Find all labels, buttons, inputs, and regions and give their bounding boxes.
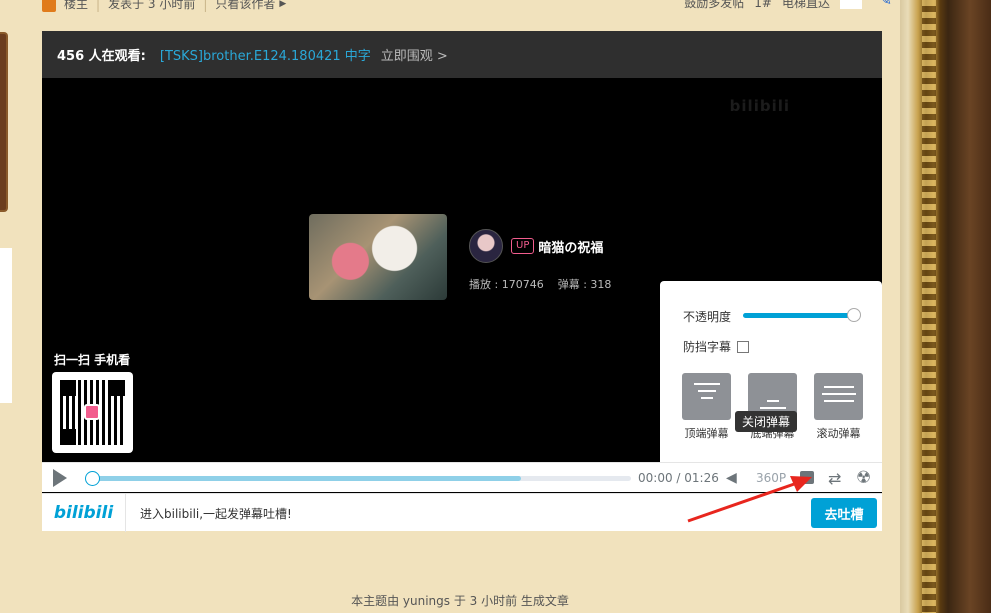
posted-time: 发表于 3 小时前 — [108, 0, 196, 11]
only-author-link[interactable]: 只看该作者 — [215, 0, 275, 10]
block-subtitle-label: 防挡字幕 — [683, 340, 732, 354]
video-player[interactable]: 456 人在观看: [TSKS]brother.E124.180421 中字 立… — [42, 31, 882, 532]
user-icon — [42, 0, 56, 12]
opacity-slider[interactable] — [743, 308, 861, 322]
mode-top-label: 顶端弹幕 — [684, 427, 729, 440]
opacity-slider-knob[interactable] — [847, 308, 861, 322]
bilibili-logo[interactable]: bilibili — [42, 494, 126, 532]
player-controls: 00:00 / 01:26 ◀ 360P ⇄ ☢ — [42, 462, 882, 492]
up-badge: UP — [511, 238, 535, 254]
qr-code — [52, 372, 133, 453]
player-header: 456 人在观看: [TSKS]brother.E124.180421 中字 立… — [42, 31, 882, 78]
avatar[interactable] — [469, 229, 503, 263]
mode-scroll-label: 滚动弹幕 — [816, 427, 861, 440]
loop-icon[interactable]: ⇄ — [828, 469, 841, 488]
progress-buffered — [91, 476, 521, 481]
floor-owner-label: 楼主 — [64, 0, 89, 11]
elevator-label: 电梯直达 — [781, 0, 830, 10]
bilibili-watermark: bilibili — [729, 97, 790, 115]
time-display: 00:00 / 01:26 — [638, 471, 719, 485]
footer-note: 本主题由 yunings 于 3 小时前 生成文章 — [351, 594, 569, 608]
danmaku-settings-popup: 不透明度 防挡字幕 顶端弹幕 底端弹幕 滚动弹幕 — [660, 281, 882, 466]
danmaku-toggle-icon[interactable] — [800, 471, 814, 484]
reward-link[interactable]: 鼓励多发帖 — [684, 0, 744, 9]
danmaku-send-bar: bilibili 进入bilibili,一起发弹幕吐槽! 去吐槽 — [42, 493, 882, 532]
play-count: 播放 : 170746 — [469, 278, 544, 291]
uploader-name[interactable]: 暗猫の祝福 — [538, 237, 603, 256]
play-icon[interactable] — [53, 469, 67, 487]
watch-now-link[interactable]: 立即围观 > — [381, 45, 448, 64]
elevator-input[interactable] — [840, 0, 862, 9]
qr-logo-icon — [84, 404, 100, 420]
mode-top-button[interactable]: 顶端弹幕 — [682, 373, 731, 441]
danmaku-input[interactable]: 进入bilibili,一起发弹幕吐槽! — [140, 505, 292, 522]
uploader-info: UP 暗猫の祝福 — [469, 229, 603, 263]
mode-scroll-button[interactable]: 滚动弹幕 — [814, 373, 863, 441]
progress-bar[interactable] — [85, 471, 631, 486]
video-thumbnail[interactable] — [309, 214, 447, 300]
block-subtitle-row: 防挡字幕 — [683, 338, 750, 355]
danmaku-count: 弹幕 : 318 — [557, 278, 612, 291]
caret-right-icon: ▶ — [279, 0, 287, 9]
pen-icon[interactable]: ✎ — [879, 0, 892, 8]
block-subtitle-checkbox[interactable] — [737, 340, 750, 353]
quality-button[interactable]: 360P — [756, 471, 786, 485]
decorative-frame — [900, 0, 991, 613]
left-decoration — [0, 32, 8, 212]
opacity-label: 不透明度 — [683, 310, 732, 324]
qr-pattern — [60, 380, 125, 445]
separator: | — [203, 0, 208, 12]
top-danmaku-icon — [682, 373, 731, 420]
progress-knob[interactable] — [85, 471, 100, 486]
video-title-link[interactable]: [TSKS]brother.E124.180421 中字 — [160, 45, 371, 64]
qr-label: 扫一扫 手机看 — [54, 353, 131, 367]
separator: | — [96, 0, 101, 12]
post-meta-bar: 楼主 | 发表于 3 小时前 | 只看该作者 ▶ 鼓励多发帖 1# 电梯直达 ✎ — [42, 0, 892, 14]
left-panel-edge — [0, 248, 12, 403]
volume-icon[interactable]: ◀ — [726, 471, 740, 485]
video-stats: 播放 : 170746 弹幕 : 318 — [469, 276, 611, 292]
viewer-count: 456 人在观看: — [57, 49, 146, 64]
send-button[interactable]: 去吐槽 — [811, 498, 877, 528]
radiation-icon[interactable]: ☢ — [856, 468, 871, 488]
floor-number: 1# — [754, 0, 772, 10]
close-danmaku-tooltip: 关闭弹幕 — [735, 411, 798, 432]
scroll-danmaku-icon — [814, 373, 863, 420]
